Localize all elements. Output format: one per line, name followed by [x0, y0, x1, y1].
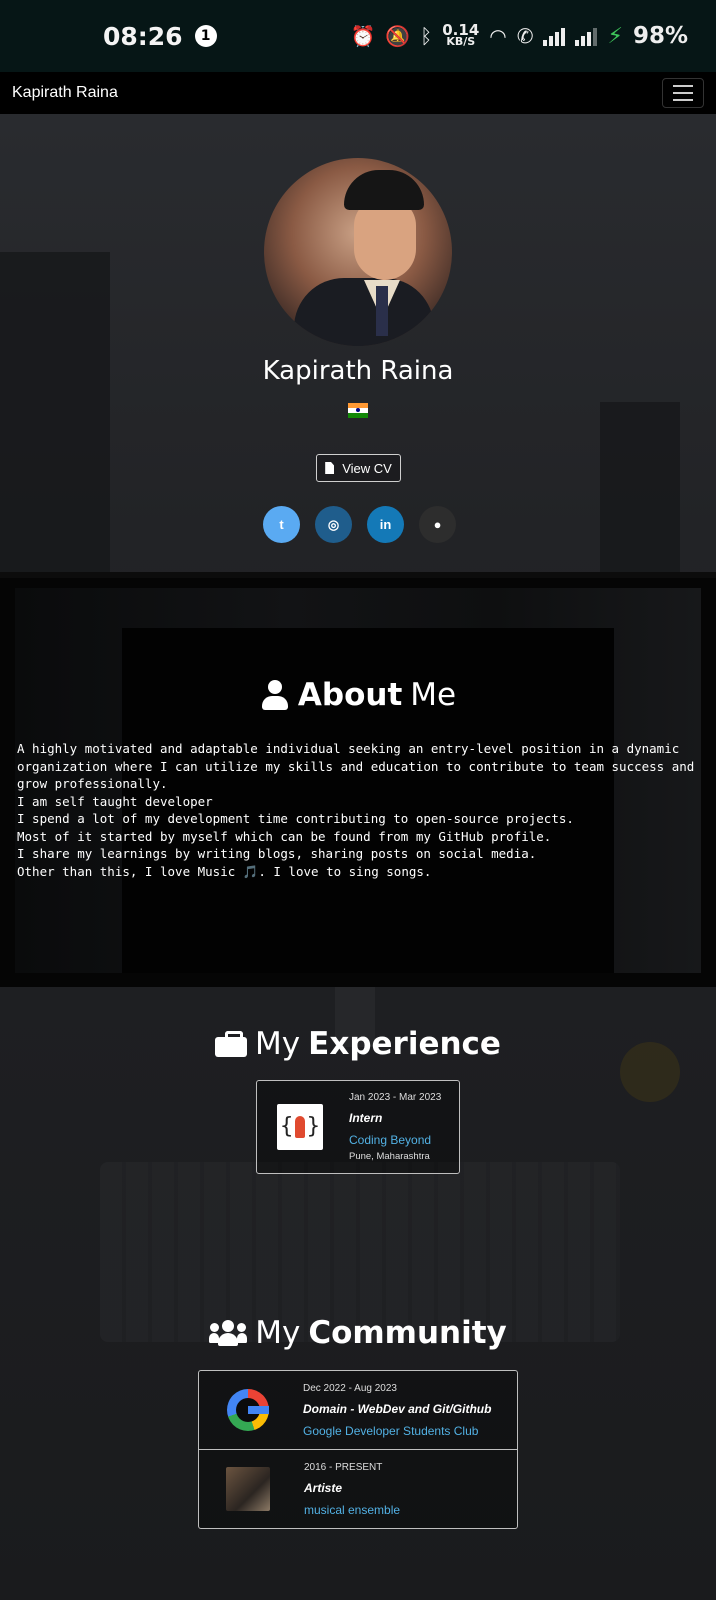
- wifi-icon: ◠: [489, 24, 507, 48]
- github-icon: ●: [433, 517, 442, 532]
- community-role: Artiste: [304, 1480, 343, 1495]
- view-cv-button[interactable]: View CV: [316, 454, 401, 482]
- profile-name: Kapirath Raina: [262, 356, 454, 386]
- community-date: 2016 - PRESENT: [304, 1461, 383, 1473]
- community-meta: 2016 - PRESENT Artiste musical ensemble: [304, 1462, 400, 1517]
- hamburger-icon: [673, 85, 693, 87]
- alarm-icon: ⏰: [350, 24, 376, 48]
- twitter-icon: t: [279, 517, 284, 532]
- user-icon: [260, 680, 290, 710]
- community-role: Domain - WebDev and Git/Github: [303, 1401, 492, 1416]
- ensemble-photo: [226, 1467, 270, 1511]
- community-item[interactable]: 2016 - PRESENT Artiste musical ensemble: [199, 1450, 517, 1528]
- navbar-brand[interactable]: Kapirath Raina: [12, 84, 118, 102]
- battery-percent: 98%: [632, 23, 688, 49]
- file-icon: [325, 462, 335, 474]
- social-links: t ◎ in ●: [263, 506, 456, 543]
- google-logo: [227, 1389, 269, 1431]
- about-line: Other than this, I love Music 🎵. I love …: [17, 863, 432, 879]
- view-cv-label: View CV: [342, 460, 392, 476]
- community-org-link[interactable]: Google Developer Students Club: [303, 1424, 491, 1438]
- status-icons: ⏰ 🔕 ᛒ 0.14 KB/S ◠ ✆ ⚡ 98%: [350, 23, 688, 50]
- instagram-button[interactable]: ◎: [315, 506, 352, 543]
- about-heading-bold: About: [297, 677, 403, 713]
- network-speed: 0.14 KB/S: [442, 23, 479, 48]
- community-heading-bold: Community: [308, 1315, 507, 1351]
- community-heading-light: My: [255, 1315, 301, 1351]
- wifi-call-icon: ✆: [516, 24, 534, 48]
- experience-heading-light: My: [255, 1026, 301, 1062]
- community-org-link[interactable]: musical ensemble: [304, 1503, 400, 1517]
- linkedin-button[interactable]: in: [367, 506, 404, 543]
- india-flag-icon: [348, 403, 368, 418]
- status-time: 08:26: [103, 21, 183, 51]
- about-heading: About Me: [0, 677, 716, 713]
- experience-location: Pune, Maharashtra: [349, 1151, 430, 1162]
- coding-beyond-logo: {}: [277, 1104, 323, 1150]
- github-button[interactable]: ●: [419, 506, 456, 543]
- about-line: I spend a lot of my development time con…: [17, 811, 574, 826]
- about-heading-light: Me: [410, 677, 457, 713]
- about-line: Most of it started by myself which can b…: [17, 828, 552, 844]
- community-meta: Dec 2022 - Aug 2023 Domain - WebDev and …: [303, 1383, 491, 1438]
- community-card: Dec 2022 - Aug 2023 Domain - WebDev and …: [198, 1370, 518, 1529]
- charging-icon: ⚡: [607, 23, 623, 49]
- community-item[interactable]: Dec 2022 - Aug 2023 Domain - WebDev and …: [199, 1371, 517, 1449]
- linkedin-icon: in: [379, 517, 392, 532]
- avatar: [264, 158, 452, 346]
- experience-card[interactable]: {} Jan 2023 - Mar 2023 Intern Coding Bey…: [256, 1080, 460, 1174]
- instagram-icon: ◎: [327, 516, 340, 532]
- experience-date: Jan 2023 - Mar 2023: [349, 1092, 442, 1103]
- experience-heading-bold: Experience: [308, 1026, 501, 1062]
- community-heading: My Community: [0, 1315, 716, 1351]
- menu-toggle-button[interactable]: [662, 78, 704, 108]
- status-bar: 08:26 1 ⏰ 🔕 ᛒ 0.14 KB/S ◠ ✆ ⚡ 98%: [0, 0, 716, 72]
- signal-icon: [543, 26, 566, 46]
- about-text: A highly motivated and adaptable individ…: [17, 740, 703, 880]
- about-line: I share my learnings by writing blogs, s…: [17, 846, 537, 861]
- twitter-button[interactable]: t: [263, 506, 300, 543]
- navbar: Kapirath Raina: [0, 72, 716, 114]
- experience-org-link[interactable]: Coding Beyond: [349, 1133, 441, 1147]
- network-speed-unit: KB/S: [446, 35, 476, 48]
- briefcase-icon: [215, 1031, 248, 1057]
- community-date: Dec 2022 - Aug 2023: [303, 1382, 397, 1394]
- experience-role: Intern: [349, 1111, 383, 1125]
- experience-heading: My Experience: [0, 1026, 716, 1062]
- mute-icon: 🔕: [385, 24, 411, 48]
- notification-badge: 1: [194, 25, 217, 47]
- about-line: A highly motivated and adaptable individ…: [17, 741, 695, 791]
- signal-icon-2: [575, 26, 598, 46]
- users-icon: [209, 1320, 248, 1346]
- experience-meta: Jan 2023 - Mar 2023 Intern Coding Beyond…: [349, 1092, 441, 1162]
- about-line: I am self taught developer: [17, 793, 213, 809]
- bluetooth-icon: ᛒ: [420, 24, 433, 48]
- experience-item: {} Jan 2023 - Mar 2023 Intern Coding Bey…: [257, 1081, 459, 1173]
